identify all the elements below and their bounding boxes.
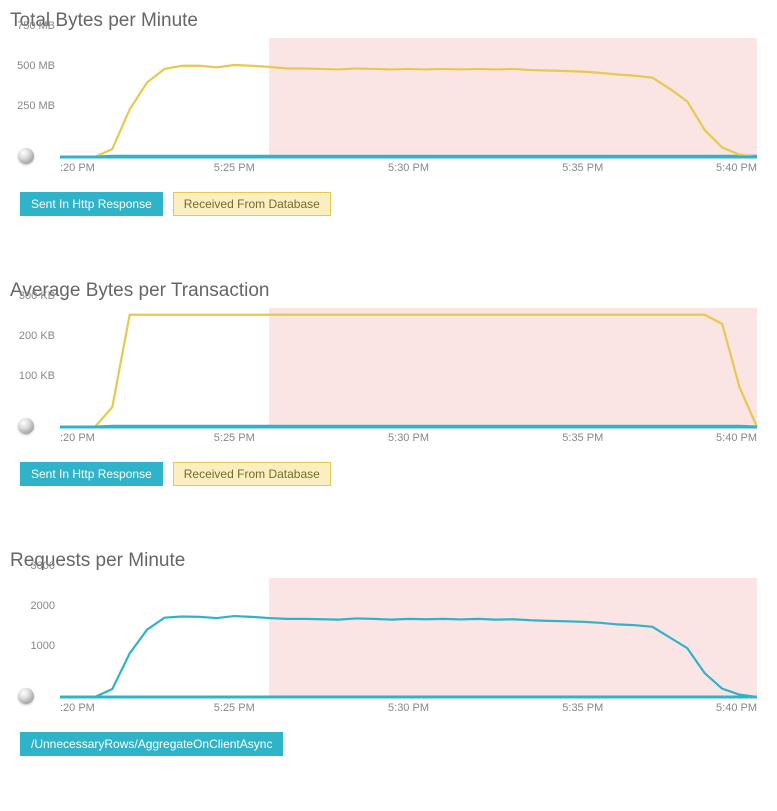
x-tick-label: :20 PM: [60, 162, 95, 174]
chart-requests: Requests per Minute 1000 2000 3000 :20 PM 5:2…: [0, 540, 777, 756]
y-tick-label: 2000: [31, 600, 55, 612]
y-axis: 250 MB500 MB750 MB: [5, 38, 55, 158]
x-tick-label: 5:40 PM: [716, 432, 757, 444]
x-tick-label: 5:35 PM: [562, 162, 603, 174]
series-line: [60, 65, 757, 157]
x-tick-label: 5:30 PM: [388, 702, 429, 714]
y-tick-label: 200 KB: [19, 330, 55, 342]
slider-knob-icon[interactable]: [18, 148, 34, 164]
x-tick-label: 5:25 PM: [214, 702, 255, 714]
y-tick-label: 750 MB: [17, 20, 55, 32]
plot-area: 100020003000:20 PM5:25 PM5:30 PM5:35 PM5…: [60, 578, 757, 718]
x-axis: :20 PM 5:25 PM 5:30 PM 5:35 PM 5:40 PM: [60, 430, 757, 448]
x-tick-label: :20 PM: [60, 702, 95, 714]
x-tick-label: 5:25 PM: [214, 162, 255, 174]
chart-title: Average Bytes per Transaction: [10, 280, 767, 302]
x-tick-label: :20 PM: [60, 432, 95, 444]
series-line: [60, 616, 757, 697]
series-line: [60, 315, 757, 427]
legend-item[interactable]: Received From Database: [173, 192, 331, 216]
y-axis: 100 KB200 KB300 KB: [5, 308, 55, 428]
x-axis: :20 PM 5:25 PM 5:30 PM 5:35 PM 5:40 PM: [60, 160, 757, 178]
legend-item[interactable]: Sent In Http Response: [20, 192, 163, 216]
x-tick-label: 5:25 PM: [214, 432, 255, 444]
legend-item[interactable]: Sent In Http Response: [20, 462, 163, 486]
y-tick-label: 3000: [31, 560, 55, 572]
x-tick-label: 5:30 PM: [388, 432, 429, 444]
legend-item[interactable]: /UnnecessaryRows/AggregateOnClientAsync: [20, 732, 283, 756]
legend: Sent In Http Response Received From Datab…: [20, 462, 767, 486]
x-tick-label: 5:40 PM: [716, 162, 757, 174]
chart-total-bytes: Total Bytes per Minute 250 MB 500 MB 750 MB…: [0, 0, 777, 216]
legend: /UnnecessaryRows/AggregateOnClientAsync: [20, 732, 767, 756]
x-axis: :20 PM 5:25 PM 5:30 PM 5:35 PM 5:40 PM: [60, 700, 757, 718]
x-tick-label: 5:40 PM: [716, 702, 757, 714]
x-tick-label: 5:35 PM: [562, 702, 603, 714]
legend-item[interactable]: Received From Database: [173, 462, 331, 486]
y-tick-label: 100 KB: [19, 370, 55, 382]
slider-knob-icon[interactable]: [18, 418, 34, 434]
x-tick-label: 5:35 PM: [562, 432, 603, 444]
legend: Sent In Http Response Received From Datab…: [20, 192, 767, 216]
chart-title: Requests per Minute: [10, 550, 767, 572]
plot-area: 100 KB200 KB300 KB:20 PM5:25 PM5:30 PM5:…: [60, 308, 757, 448]
chart-avg-bytes: Average Bytes per Transaction 100 KB 200 K…: [0, 270, 777, 486]
y-axis: 100020003000: [5, 578, 55, 698]
plot-area: 250 MB500 MB750 MB:20 PM5:25 PM5:30 PM5:…: [60, 38, 757, 178]
x-tick-label: 5:30 PM: [388, 162, 429, 174]
y-tick-label: 300 KB: [19, 290, 55, 302]
chart-title: Total Bytes per Minute: [10, 10, 767, 32]
slider-knob-icon[interactable]: [18, 688, 34, 704]
y-tick-label: 250 MB: [17, 100, 55, 112]
y-tick-label: 1000: [31, 640, 55, 652]
y-tick-label: 500 MB: [17, 60, 55, 72]
